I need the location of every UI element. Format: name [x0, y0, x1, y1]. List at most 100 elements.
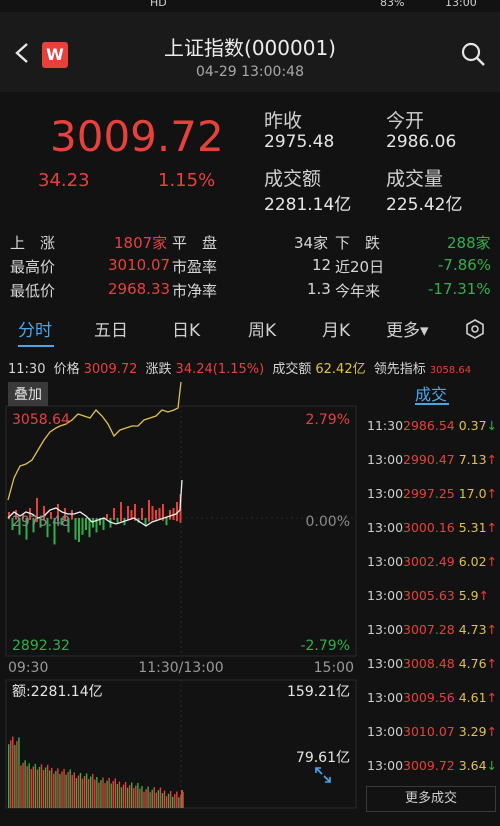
active-tab-indicator [18, 345, 54, 347]
trade-direction-icon: ↑ [486, 622, 498, 637]
stat-value: 1.3 [307, 280, 331, 298]
tab-weekly-k[interactable]: 周K [248, 316, 276, 341]
trade-row: 13:003008.48 4.76↑ [367, 656, 500, 676]
turnover-bar [157, 790, 160, 808]
breadth-bar [127, 506, 129, 521]
turnover-bar [118, 781, 121, 808]
info-time: 11:30 [8, 362, 46, 377]
turnover-bar [12, 736, 14, 808]
turnover-bar [169, 791, 172, 808]
hd-indicator: HD [150, 0, 167, 9]
trade-time: 13:00 [367, 452, 404, 467]
volume-label: 成交量 [386, 168, 444, 190]
y-top-label: 3058.64 [12, 412, 70, 428]
tab-daily-k[interactable]: 日K [172, 316, 200, 341]
trade-time: 13:00 [367, 690, 404, 705]
trade-time: 13:00 [367, 588, 404, 603]
trade-row: 13:003005.63 5.9↑ [367, 588, 500, 608]
expand-icon[interactable] [314, 766, 332, 784]
turnover-bar [137, 782, 139, 808]
trade-time: 13:00 [367, 724, 404, 739]
turnover-bar [149, 792, 151, 808]
trade-row: 11:302986.54 0.37↓ [367, 418, 500, 438]
breadth-bar [155, 510, 157, 520]
stat-label: 最高价 [10, 258, 56, 276]
tab-monthly-k[interactable]: 月K [322, 316, 350, 341]
trade-row: 13:003002.49 6.02↑ [367, 554, 500, 574]
trade-volume: 3.29 [458, 724, 487, 739]
tab-five-day[interactable]: 五日 [94, 316, 128, 341]
stat-value: -7.86% [438, 256, 492, 274]
turnover-bar [87, 779, 90, 808]
price-change: 34.23 [38, 170, 90, 191]
trade-price: 3008.48 [403, 656, 455, 671]
trade-price: 3010.07 [403, 724, 455, 739]
breadth-bar [85, 518, 87, 530]
breadth-bar [165, 518, 168, 526]
pct-bottom-label: -2.79% [300, 638, 350, 654]
turnover-bar [139, 788, 141, 808]
turnover-bar [42, 770, 45, 808]
turnover-bar [20, 765, 22, 808]
trade-price: 3000.16 [403, 520, 455, 535]
turnover-bar [94, 779, 96, 808]
trade-time: 13:00 [367, 622, 404, 637]
turnover-bar [96, 776, 98, 808]
trade-price: 2986.54 [403, 418, 455, 433]
turnover-max-label: 159.21亿 [287, 684, 350, 700]
open-label: 今开 [386, 110, 425, 132]
clock: 13:00 [445, 0, 477, 9]
trades-tab[interactable]: 成交 [415, 381, 447, 405]
breadth-bar [144, 518, 147, 526]
y-mid-label: 2975.48 [12, 514, 70, 530]
turnover-bar [122, 784, 125, 808]
trade-time: 13:00 [367, 656, 404, 671]
tab-intraday[interactable]: 分时 [18, 316, 52, 341]
trade-volume: 4.73 [458, 622, 487, 637]
turnover-bar [81, 778, 84, 808]
search-icon[interactable] [460, 41, 486, 67]
tab-more[interactable]: 更多▾ [386, 316, 429, 341]
turnover-bar [143, 791, 145, 808]
turnover-bar [114, 778, 116, 808]
turnover-bar [181, 790, 183, 808]
breadth-bar [120, 502, 122, 522]
turnover-bar [131, 782, 133, 808]
breadth-bar [113, 508, 115, 520]
info-turnover: 62.42亿 [315, 362, 366, 377]
info-turnover-label: 成交额 [272, 362, 312, 377]
turnover-bar [14, 744, 16, 808]
turnover-bar [98, 782, 100, 808]
turnover-bar [155, 792, 157, 808]
chart-period-tabs: 分时 五日 日K 周K 月K 更多▾ [0, 312, 500, 350]
settings-icon[interactable] [464, 318, 486, 340]
turnover-mid-label: 79.61亿 [296, 750, 350, 766]
stat-label: 今年来 [335, 282, 381, 300]
turnover-bar [128, 785, 131, 808]
turnover-bar [133, 788, 135, 808]
trade-row: 13:003007.28 4.73↑ [367, 622, 500, 642]
overlay-button[interactable]: 叠加 [8, 382, 48, 406]
stat-label: 近20日 [335, 258, 385, 276]
quote-summary: 3009.72 34.23 1.15% 昨收 2975.48 今开 2986.0… [0, 92, 500, 220]
more-trades-button[interactable]: 更多成交 [366, 786, 496, 812]
trade-direction-icon: ↑ [486, 554, 498, 569]
turnover-bar [104, 783, 106, 808]
turnover-bar [67, 771, 69, 808]
trade-volume: 4.61 [458, 690, 487, 705]
turnover-bar [28, 763, 30, 808]
trade-price: 3007.28 [403, 622, 455, 637]
turnover-bar [77, 775, 80, 808]
stat-value: 34家 [294, 234, 329, 252]
breadth-bar [169, 510, 171, 520]
stat-value: 12 [312, 256, 332, 274]
turnover-bar [151, 789, 153, 808]
turnover-bar [16, 741, 18, 808]
info-lead: 3058.64 [429, 365, 472, 376]
trade-volume: 5.9 [458, 588, 479, 603]
intraday-chart[interactable]: 3058.64 2975.48 2892.32 2.79% 0.00% -2.7… [0, 380, 360, 820]
turnover-bar [135, 785, 137, 808]
turnover-bar [120, 787, 123, 808]
trade-direction-icon: ↑ [486, 656, 498, 671]
turnover-bar [141, 786, 143, 808]
